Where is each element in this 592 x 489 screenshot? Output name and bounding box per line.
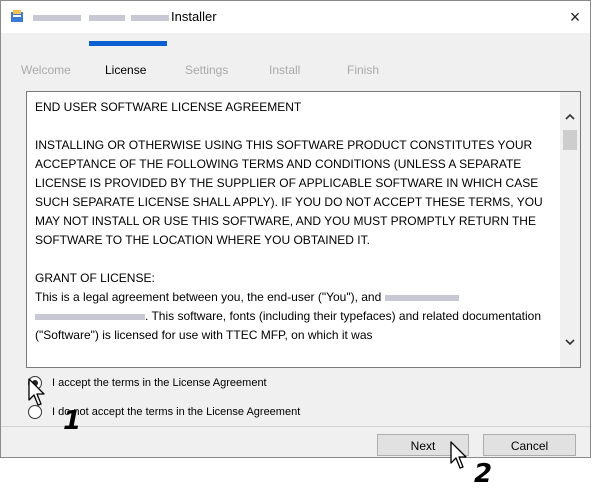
step-settings: Settings bbox=[185, 63, 229, 77]
step-license: License bbox=[105, 63, 147, 77]
license-heading: END USER SOFTWARE LICENSE AGREEMENT bbox=[35, 100, 302, 114]
license-text-box[interactable]: END USER SOFTWARE LICENSE AGREEMENT INST… bbox=[26, 91, 581, 368]
accept-label[interactable]: I accept the terms in the License Agreem… bbox=[52, 377, 267, 389]
redacted-company-name bbox=[35, 313, 145, 320]
license-text: END USER SOFTWARE LICENSE AGREEMENT INST… bbox=[35, 98, 555, 345]
step-navigation: Welcome License Settings Install Finish bbox=[1, 57, 590, 83]
vertical-scrollbar[interactable] bbox=[560, 92, 580, 367]
installer-app-icon bbox=[11, 10, 23, 22]
button-bar: Next Cancel bbox=[1, 427, 590, 457]
step-finish: Finish bbox=[347, 63, 380, 77]
title-redacted-text bbox=[33, 15, 81, 21]
scroll-up-icon[interactable] bbox=[563, 110, 577, 124]
grant-heading: GRANT OF LICENSE: bbox=[35, 271, 155, 285]
title-bar: Installer × bbox=[1, 1, 590, 33]
license-paragraph: INSTALLING OR OTHERWISE USING THIS SOFTW… bbox=[35, 138, 543, 247]
title-redacted-text bbox=[131, 15, 169, 21]
step-marker-1: 1 bbox=[63, 406, 82, 436]
installer-window: Installer × Welcome License Settings Ins… bbox=[0, 0, 591, 458]
mouse-pointer-icon bbox=[28, 378, 45, 406]
step-progress-indicator bbox=[89, 41, 167, 46]
mouse-pointer-icon bbox=[450, 441, 467, 469]
title-redacted-text bbox=[89, 15, 125, 21]
step-install: Install bbox=[269, 63, 301, 77]
scroll-down-icon[interactable] bbox=[563, 335, 577, 349]
redacted-company-name bbox=[384, 294, 459, 301]
grant-text-part1: This is a legal agreement between you, t… bbox=[35, 290, 382, 304]
close-button[interactable]: × bbox=[560, 1, 590, 33]
grant-paragraph: This is a legal agreement between you, t… bbox=[35, 288, 555, 345]
cancel-button[interactable]: Cancel bbox=[483, 434, 576, 456]
step-welcome: Welcome bbox=[21, 63, 71, 77]
decline-label[interactable]: I do not accept the terms in the License… bbox=[52, 406, 300, 418]
scroll-thumb[interactable] bbox=[563, 130, 577, 150]
window-title: Installer bbox=[171, 9, 217, 24]
step-marker-2: 2 bbox=[474, 459, 493, 489]
